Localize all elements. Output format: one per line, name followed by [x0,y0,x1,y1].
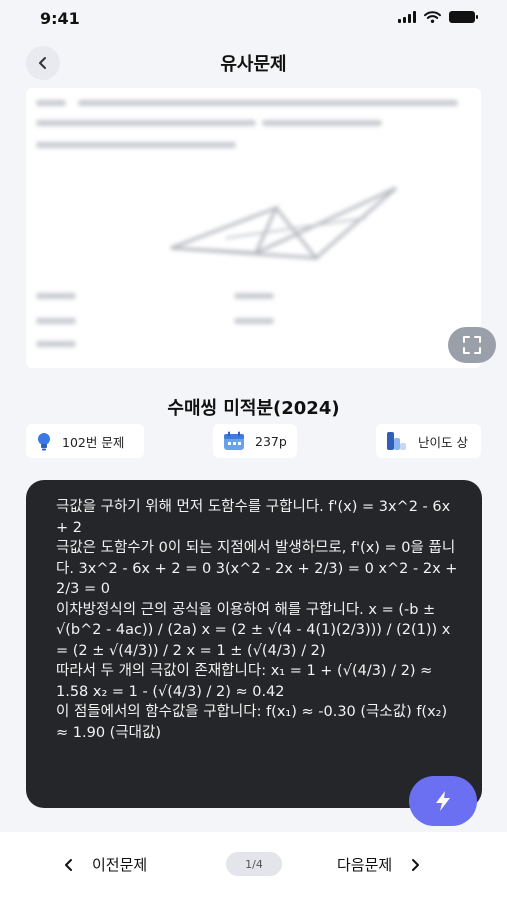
solution-panel: 극값을 구하기 위해 먼저 도함수를 구합니다. f'(x) = 3x^2 - … [26,480,482,808]
status-bar: 9:41 [0,0,507,40]
problem-number-label: 102번 문제 [62,434,125,450]
signal-icon [398,11,416,23]
lightning-icon [436,791,450,811]
difficulty-label: 난이도 상 [418,434,468,450]
solution-paragraph: 극값을 구하기 위해 먼저 도함수를 구합니다. f'(x) = 3x^2 - … [56,499,451,536]
page-label: 237p [255,433,287,449]
wifi-icon [424,11,441,23]
page-chip: 237p [213,424,297,458]
quick-action-button[interactable] [409,776,477,826]
solution-paragraph: 극값은 도함수가 0이 되는 지점에서 발생하므로, f'(x) = 0을 풉니… [56,540,458,597]
page-indicator: 1/4 [226,852,282,876]
lightbulb-icon [38,433,50,451]
prev-problem-label: 이전문제 [92,856,148,874]
solution-paragraph: 이차방정식의 근의 공식을 이용하여 해를 구합니다. x = (-b ± √(… [56,601,451,659]
difficulty-chip: 난이도 상 [376,424,481,458]
expand-image-button[interactable] [448,327,496,363]
status-icons [398,11,478,23]
battery-icon [449,11,478,23]
solution-paragraph: 이 점들에서의 함수값을 구합니다: f(x₁) ≈ -0.30 (극소값) f… [56,704,448,741]
fullscreen-icon [463,336,481,354]
next-problem-label: 다음문제 [337,856,393,874]
calendar-icon [224,431,244,450]
chevron-left-icon [65,858,72,871]
bottom-navigation: 이전문제 1/4 다음문제 [0,832,507,900]
chevron-right-icon [412,858,420,871]
next-problem-button[interactable]: 다음문제 [337,854,420,875]
difficulty-bars-icon [387,432,406,450]
status-time: 9:41 [40,9,80,28]
book-title: 수매씽 미적분(2024) [167,398,340,419]
prev-problem-button[interactable]: 이전문제 [64,854,147,875]
header: 유사문제 [0,42,507,82]
page-title: 유사문제 [220,54,287,75]
blurred-problem-content [26,88,481,368]
problem-image [26,88,481,368]
solution-paragraph: 따라서 두 개의 극값이 존재합니다: x₁ = 1 + (√(4/3) / 2… [56,663,433,700]
problem-number-chip: 102번 문제 [26,424,144,458]
